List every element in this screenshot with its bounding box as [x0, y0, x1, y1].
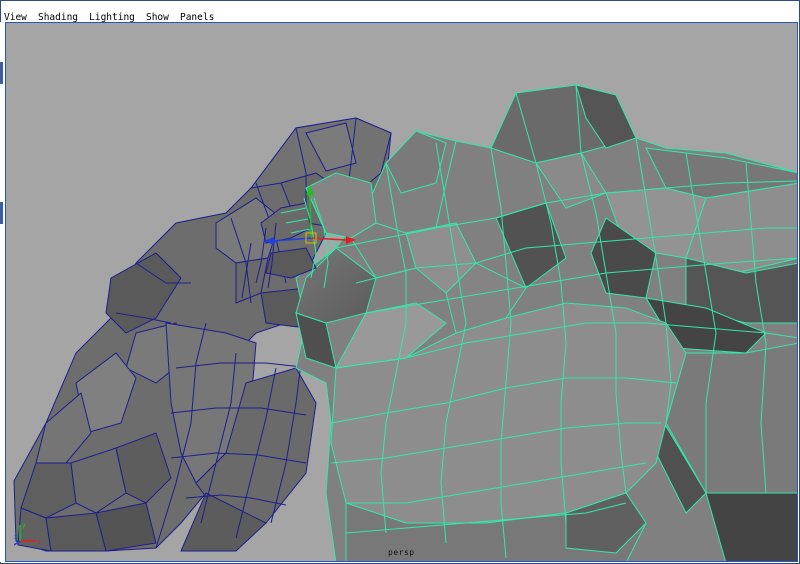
edge-tick: [0, 202, 3, 224]
mesh-render[interactable]: [6, 23, 798, 562]
3d-viewport[interactable]: x y z persp: [5, 22, 798, 562]
camera-label: persp: [388, 548, 415, 557]
svg-text:y: y: [22, 522, 26, 529]
panel-menubar: View Shading Lighting Show Panels: [3, 5, 797, 23]
svg-text:x: x: [37, 539, 41, 546]
edge-tick: [0, 62, 3, 84]
axis-indicator-icon: x y z: [14, 522, 41, 546]
svg-text:z: z: [14, 534, 17, 541]
